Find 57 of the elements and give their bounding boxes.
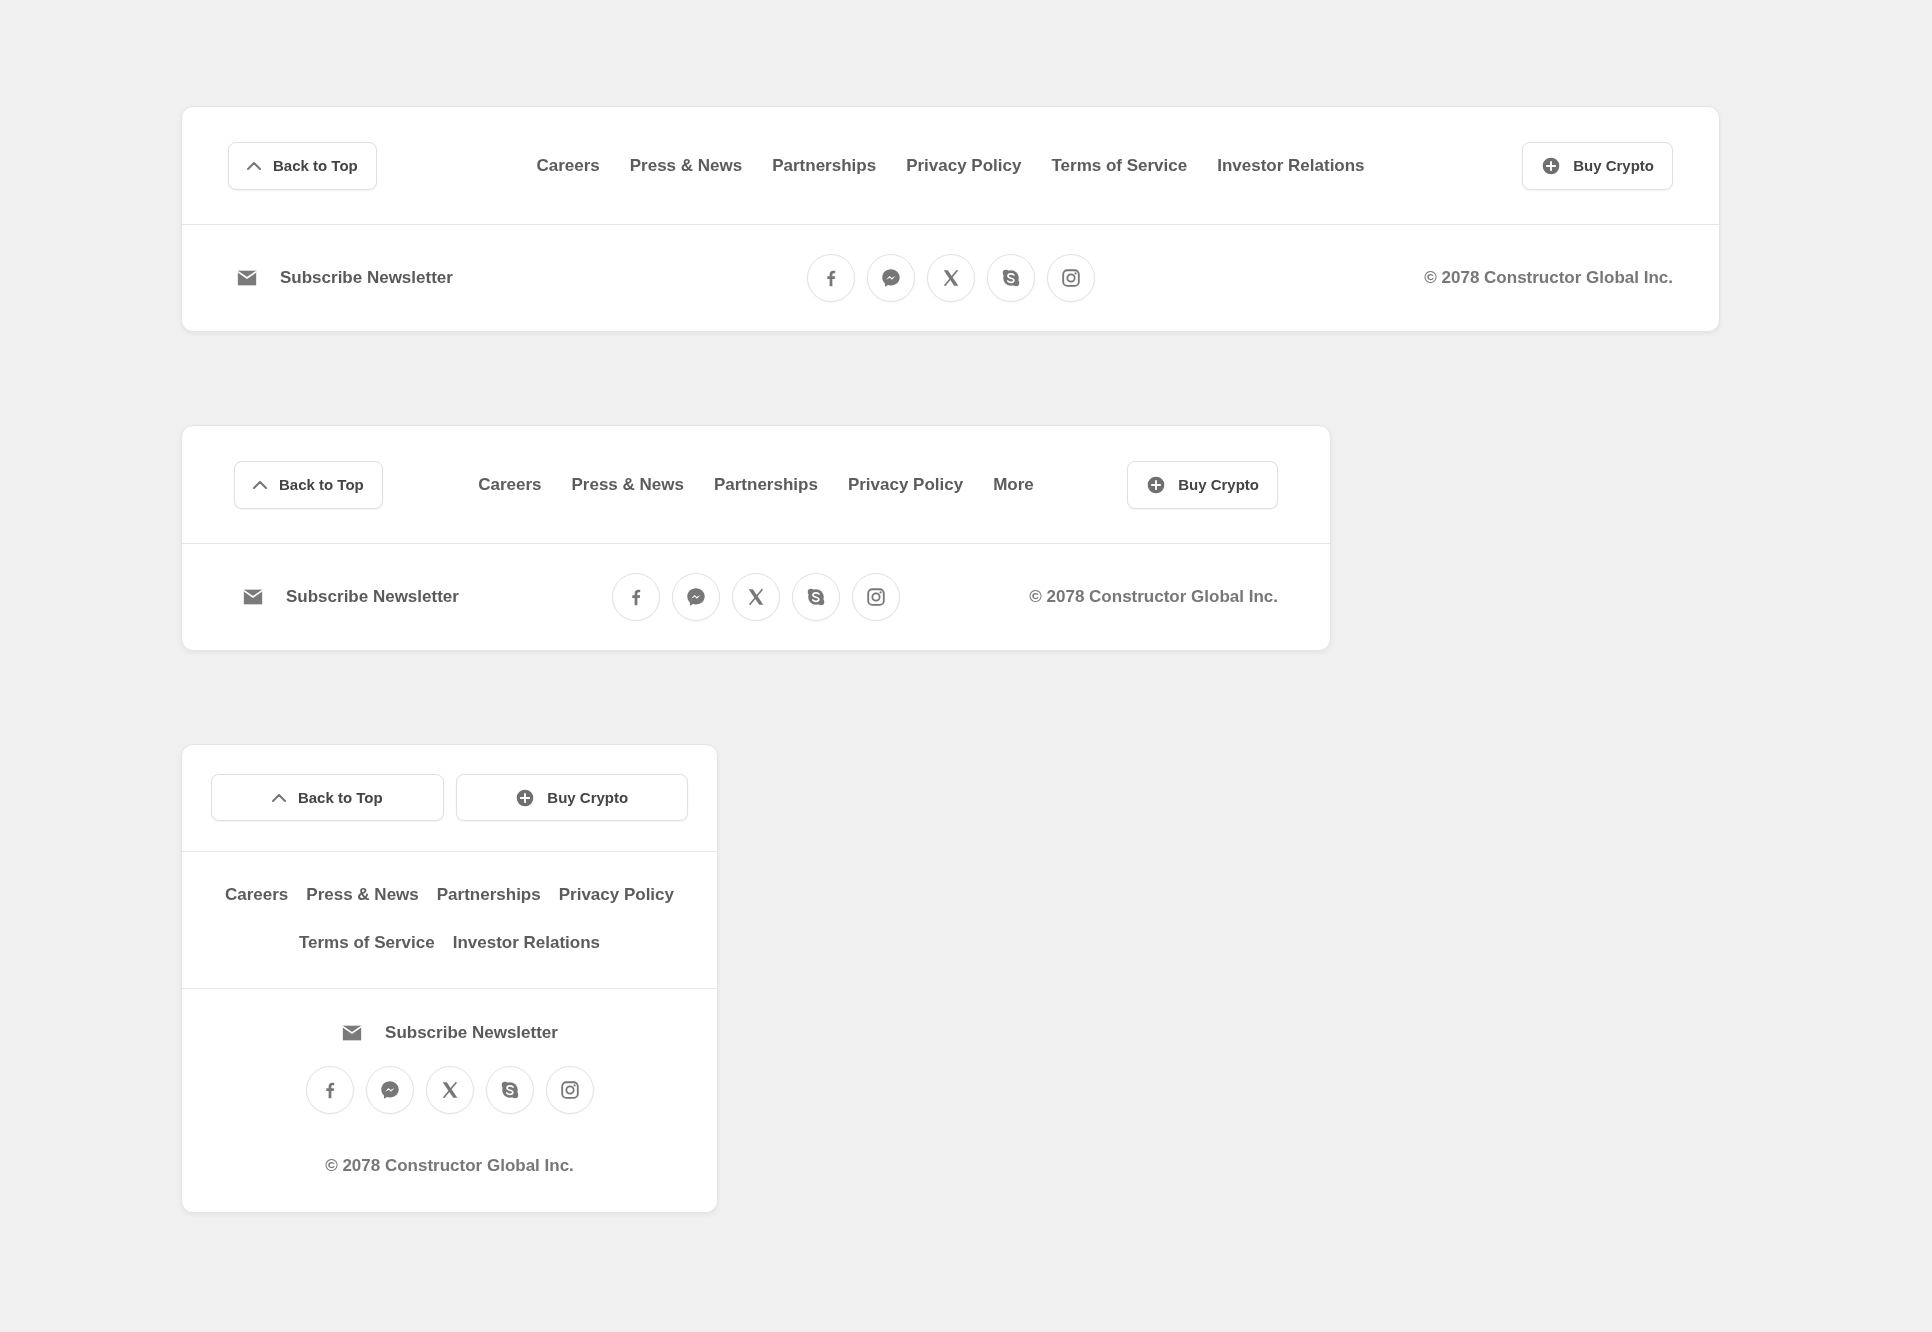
nav-link[interactable]: Careers	[225, 883, 289, 907]
nav-link[interactable]: Partnerships	[772, 153, 877, 178]
social-button[interactable]	[545, 1066, 594, 1114]
social-button[interactable]	[866, 254, 915, 302]
copyright-text: © 2078 Constructor Global Inc.	[1029, 587, 1278, 607]
back-to-top-button[interactable]: Back to Top	[228, 141, 377, 190]
social-button[interactable]	[852, 573, 900, 621]
social-button[interactable]	[1046, 254, 1095, 302]
social-button[interactable]	[792, 573, 840, 621]
subscribe-newsletter-link[interactable]: Subscribe Newsletter	[385, 1023, 558, 1043]
nav-link[interactable]: Investor Relations	[1217, 153, 1365, 178]
chevron-up-icon	[271, 793, 286, 802]
messenger-icon	[685, 586, 707, 608]
messenger-icon	[879, 267, 902, 289]
nav-link[interactable]: Careers	[478, 472, 542, 497]
buy-crypto-button[interactable]: Buy Crypto	[455, 774, 688, 821]
nav-link[interactable]: Privacy Policy	[558, 883, 674, 907]
social-button[interactable]	[806, 254, 855, 302]
copyright-text: © 2078 Constructor Global Inc.	[325, 1156, 574, 1176]
plus-circle-icon	[1541, 155, 1562, 176]
buy-crypto-button[interactable]: Buy Crypto	[1127, 460, 1278, 509]
buy-crypto-button[interactable]: Buy Crypto	[1522, 141, 1673, 190]
social-button[interactable]	[672, 573, 720, 621]
nav-link[interactable]: Terms of Service	[1051, 153, 1188, 178]
instagram-icon	[558, 1079, 581, 1101]
copyright-text: © 2078 Constructor Global Inc.	[1424, 268, 1673, 288]
nav-link[interactable]: Partnerships	[713, 472, 818, 497]
nav-link[interactable]: Privacy Policy	[906, 153, 1022, 178]
subscribe-newsletter-link[interactable]: Subscribe Newsletter	[286, 587, 459, 607]
back-to-top-button[interactable]: Back to Top	[234, 460, 383, 509]
social-button[interactable]	[926, 254, 975, 302]
nav-link[interactable]: Press & News	[306, 883, 419, 907]
instagram-icon	[865, 586, 887, 608]
back-to-top-button[interactable]: Back to Top	[211, 774, 444, 821]
social-button[interactable]	[732, 573, 780, 621]
nav-link[interactable]: Careers	[536, 153, 600, 178]
messenger-icon	[378, 1079, 401, 1101]
chevron-up-icon	[247, 161, 261, 170]
instagram-icon	[1059, 267, 1082, 289]
chevron-up-icon	[253, 480, 267, 489]
social-button[interactable]	[986, 254, 1035, 302]
nav-link[interactable]: More	[993, 472, 1034, 497]
subscribe-newsletter-link[interactable]: Subscribe Newsletter	[280, 268, 453, 288]
social-button[interactable]	[425, 1066, 474, 1114]
nav-link[interactable]: Privacy Policy	[847, 472, 964, 497]
nav-link[interactable]: Investor Relations	[452, 931, 601, 955]
social-button[interactable]	[305, 1066, 354, 1114]
nav-link[interactable]: Terms of Service	[298, 931, 435, 955]
plus-circle-icon	[1146, 474, 1167, 495]
social-button[interactable]	[485, 1066, 534, 1114]
skype-icon	[805, 586, 827, 608]
nav-link[interactable]: Partnerships	[436, 883, 541, 907]
plus-circle-icon	[515, 787, 536, 808]
nav-link[interactable]: Press & News	[571, 472, 684, 497]
social-button[interactable]	[612, 573, 660, 621]
social-button[interactable]	[365, 1066, 414, 1114]
nav-link[interactable]: Press & News	[629, 153, 743, 178]
